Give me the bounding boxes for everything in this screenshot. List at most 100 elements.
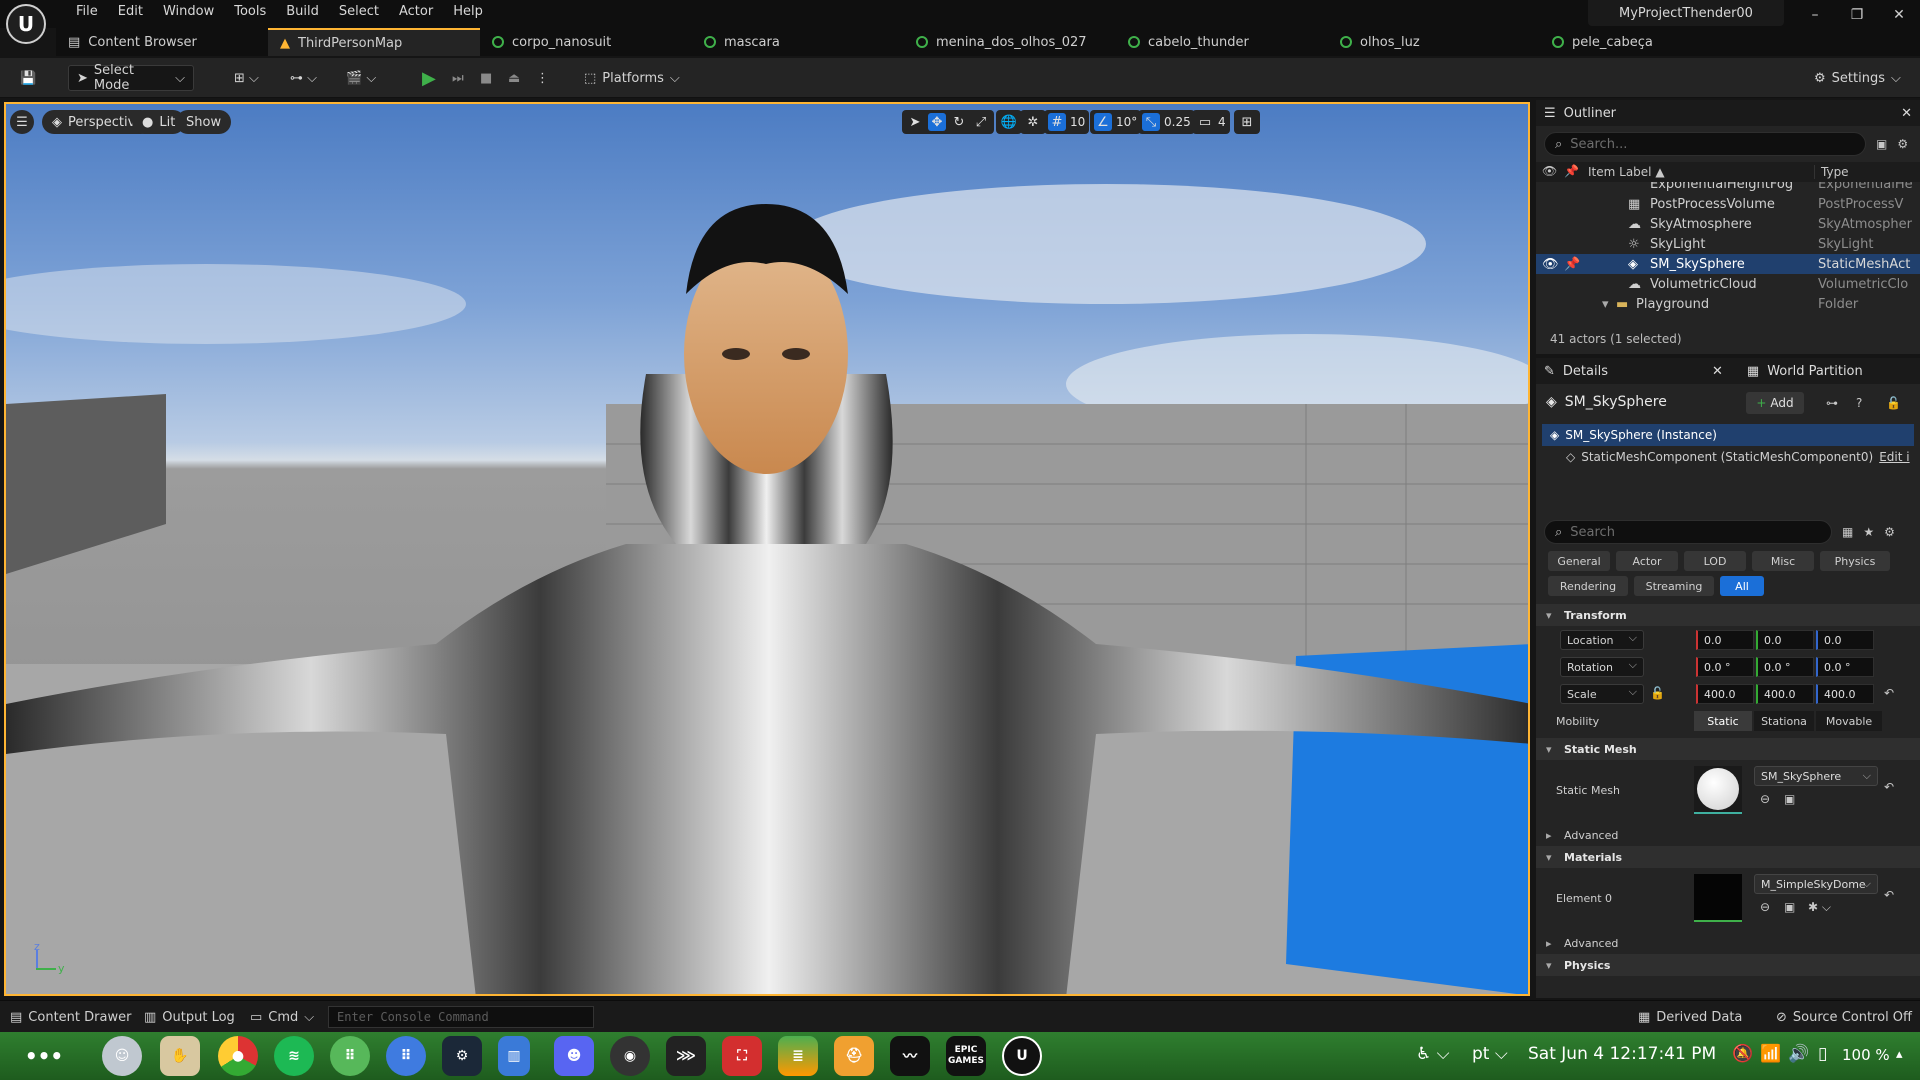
tab-olhos-luz[interactable]: olhos_luz (1328, 28, 1540, 56)
minimize-icon[interactable]: – (1800, 4, 1830, 26)
materials-section-header[interactable]: Materials (1536, 846, 1920, 868)
filter-streaming[interactable]: Streaming (1634, 576, 1714, 596)
location-combo[interactable]: Location (1560, 630, 1644, 650)
close-icon[interactable]: ✕ (1884, 4, 1914, 26)
tab-corpo-nanosuit[interactable]: corpo_nanosuit (480, 28, 692, 56)
reset-icon[interactable]: ↶ (1884, 780, 1894, 794)
menu-help[interactable]: Help (443, 2, 493, 21)
folder-icon[interactable]: ▣ (1784, 900, 1795, 914)
launcher-icon[interactable]: ⠿ (386, 1036, 426, 1076)
wifi-icon[interactable]: 📶 (1760, 1044, 1781, 1064)
platforms-dropdown[interactable]: ⬚ Platforms ⌵ (576, 65, 688, 91)
filter-actor[interactable]: Actor (1616, 551, 1678, 571)
component-row[interactable]: ◇ StaticMeshComponent (StaticMeshCompone… (1566, 450, 1920, 464)
gear-icon[interactable]: ⚙ (1884, 525, 1895, 539)
location-x-field[interactable]: 0.0 (1696, 630, 1754, 650)
static-mesh-thumbnail[interactable] (1694, 766, 1742, 814)
advanced-expander[interactable]: Advanced (1536, 932, 1920, 954)
location-y-field[interactable]: 0.0 (1756, 630, 1814, 650)
unreal-engine-icon[interactable]: U (1002, 1036, 1042, 1076)
settings-dropdown[interactable]: ⚙ Settings ⌵ (1806, 65, 1909, 91)
scale-snap-toggle[interactable]: ⤡ 0.25 (1138, 110, 1195, 134)
restore-icon[interactable]: ❐ (1842, 4, 1872, 26)
steam-icon[interactable]: ⚙ (442, 1036, 482, 1076)
filter-misc[interactable]: Misc (1752, 551, 1814, 571)
filter-physics[interactable]: Physics (1820, 551, 1890, 571)
tab-cabelo-thunder[interactable]: cabelo_thunder (1116, 28, 1328, 56)
details-title[interactable]: Details (1563, 364, 1608, 379)
level-viewport[interactable]: ☰ ◈ Perspective ● Lit Show ➤ ✥ ↻ ⤢ 🌐 ✲ #… (4, 102, 1530, 996)
instance-row[interactable]: ◈ SM_SkySphere (Instance) (1542, 424, 1914, 446)
visibility-icon[interactable]: 👁 (1542, 257, 1559, 272)
scale-x-field[interactable]: 400.0 (1696, 684, 1754, 704)
content-drawer-button[interactable]: ▤ Content Drawer (10, 1007, 131, 1027)
output-log-button[interactable]: ▥ Output Log (144, 1007, 235, 1027)
tab-thirdpersonmap[interactable]: ▲ ThirdPersonMap (268, 28, 480, 56)
star-icon[interactable]: ★ (1863, 525, 1874, 539)
discord-icon[interactable]: ☻ (554, 1036, 594, 1076)
app-grid-icon[interactable]: ••• (24, 1036, 64, 1076)
browse-icon[interactable]: ⊖ (1760, 792, 1770, 806)
add-actor-icon[interactable]: ⊞ ⌵ (226, 65, 267, 91)
surface-snap-icon[interactable]: ✲ (1020, 110, 1046, 134)
scale-tool-icon[interactable]: ⤢ (972, 113, 990, 131)
location-z-field[interactable]: 0.0 (1816, 630, 1874, 650)
material-options-icon[interactable]: ✱ ⌵ (1808, 900, 1831, 915)
select-mode-dropdown[interactable]: ➤ Select Mode ⌵ (68, 63, 194, 93)
reset-icon[interactable]: ↶ (1884, 888, 1894, 902)
tab-mascara[interactable]: mascara (692, 28, 904, 56)
visibility-icon[interactable]: 👁 (1542, 164, 1557, 178)
edit-link[interactable]: Edit i (1879, 450, 1909, 464)
hand-app-icon[interactable]: ✋ (160, 1036, 200, 1076)
col-type[interactable]: Type (1814, 165, 1849, 179)
console-command-input[interactable]: Enter Console Command (328, 1006, 594, 1028)
gear-icon[interactable]: ⚙ (1897, 137, 1908, 151)
notifications-off-icon[interactable]: 🔕 (1732, 1044, 1753, 1064)
transform-section-header[interactable]: Transform (1536, 604, 1920, 626)
world-local-icon[interactable]: 🌐 (996, 110, 1022, 134)
filter-general[interactable]: General (1548, 551, 1610, 571)
menu-window[interactable]: Window (153, 2, 224, 21)
hat-icon[interactable]: ⛑ (834, 1036, 874, 1076)
cinematics-icon[interactable]: 🎬 ⌵ (338, 65, 384, 91)
finder-icon[interactable]: ☺ (102, 1036, 142, 1076)
volume-icon[interactable]: 🔊 (1788, 1044, 1809, 1064)
select-tool-icon[interactable]: ➤ (906, 113, 924, 131)
outliner-search-input[interactable]: ⌕ Search... (1544, 132, 1866, 156)
stop-icon[interactable]: ■ (472, 65, 500, 91)
maximize-viewport-icon[interactable]: ⊞ (1234, 110, 1260, 134)
menu-actor[interactable]: Actor (389, 2, 443, 21)
material-asset-combo[interactable]: M_SimpleSkyDome (1754, 874, 1878, 894)
spotify-icon[interactable]: ≋ (274, 1036, 314, 1076)
help-icon[interactable]: ? (1856, 396, 1862, 410)
shortcut-icon[interactable]: ⋙ (666, 1036, 706, 1076)
reset-icon[interactable]: ↶ (1884, 686, 1894, 700)
scale-z-field[interactable]: 400.0 (1816, 684, 1874, 704)
source-control-button[interactable]: ⊘ Source Control Off (1776, 1007, 1912, 1027)
mobility-movable[interactable]: Movable (1816, 711, 1882, 731)
tab-content-browser[interactable]: ▤ Content Browser (56, 28, 268, 56)
pin-icon[interactable]: 📌 (1564, 257, 1580, 272)
epic-games-icon[interactable]: EPIC GAMES (946, 1036, 986, 1076)
mobility-stationary[interactable]: Stationa (1754, 711, 1814, 731)
grid-snap-toggle[interactable]: # 10 (1044, 110, 1090, 134)
cmd-dropdown[interactable]: ▭ Cmd ⌵ (250, 1007, 314, 1027)
rotation-z-field[interactable]: 0.0 ° (1816, 657, 1874, 677)
menu-tools[interactable]: Tools (224, 2, 276, 21)
rotation-y-field[interactable]: 0.0 ° (1756, 657, 1814, 677)
play-icon[interactable]: ▶ (414, 65, 444, 91)
browse-icon[interactable]: ⊖ (1760, 900, 1770, 914)
table-view-icon[interactable]: ▦ (1842, 525, 1853, 539)
mobility-static[interactable]: Static (1694, 711, 1752, 731)
close-icon[interactable]: ✕ (1712, 364, 1723, 379)
outliner-row[interactable]: ☼ SkyLight SkyLight (1536, 234, 1920, 254)
tab-pele-cabeca[interactable]: pele_cabeça (1540, 28, 1710, 56)
folder-icon[interactable]: ▣ (1784, 792, 1795, 806)
obs-icon[interactable]: ◉ (610, 1036, 650, 1076)
physics-section-header[interactable]: Physics (1536, 954, 1920, 976)
camera-speed-button[interactable]: ▭ 4 (1192, 110, 1230, 134)
filter-lod[interactable]: LOD (1684, 551, 1746, 571)
unreal-logo-icon[interactable]: U (6, 4, 46, 44)
add-folder-icon[interactable]: ▣ (1876, 137, 1887, 151)
advanced-expander[interactable]: Advanced (1536, 824, 1920, 846)
